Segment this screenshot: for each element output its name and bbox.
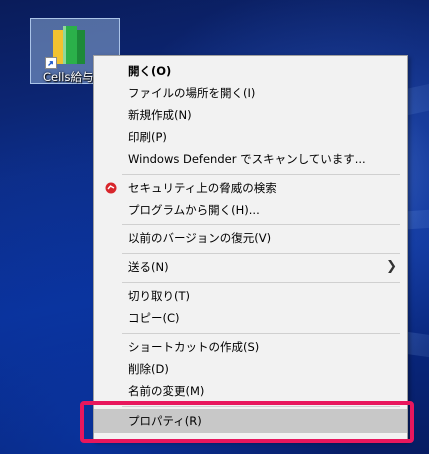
menu-item-copy[interactable]: コピー(C) — [94, 307, 407, 329]
menu-item-label: 新規作成(N) — [128, 108, 192, 122]
menu-item-label: 削除(D) — [128, 362, 169, 376]
menu-item-rename[interactable]: 名前の変更(M) — [94, 380, 407, 402]
menu-item-security-scan[interactable]: セキュリティ上の脅威の検索 — [94, 177, 407, 199]
menu-item-send-to[interactable]: 送る(N) ❯ — [94, 256, 407, 278]
menu-item-open-file-location[interactable]: ファイルの場所を開く(I) — [94, 82, 407, 104]
highlight-annotation-box — [80, 401, 414, 443]
desktop-icon-label: Cells給与 — [43, 70, 94, 84]
menu-item-label: 名前の変更(M) — [128, 384, 205, 398]
menu-item-open-with[interactable]: プログラムから開く(H)... — [94, 199, 407, 221]
chevron-right-icon: ❯ — [386, 259, 397, 274]
context-menu: 開く(O) ファイルの場所を開く(I) 新規作成(N) 印刷(P) Window… — [93, 55, 408, 441]
menu-item-label: 印刷(P) — [128, 130, 167, 144]
menu-item-delete[interactable]: 削除(D) — [94, 358, 407, 380]
menu-item-label: Windows Defender でスキャンしています... — [128, 152, 366, 166]
desktop-background: Cells給与 開く(O) ファイルの場所を開く(I) 新規作成(N) 印刷(P… — [0, 0, 429, 454]
menu-separator — [122, 333, 400, 334]
menu-item-restore-previous-versions[interactable]: 以前のバージョンの復元(V) — [94, 227, 407, 249]
menu-item-label: 送る(N) — [128, 260, 169, 274]
menu-item-label: プログラムから開く(H)... — [128, 203, 260, 217]
menu-separator — [122, 282, 400, 283]
menu-item-label: 開く(O) — [128, 64, 172, 78]
menu-item-windows-defender-scan[interactable]: Windows Defender でスキャンしています... — [94, 148, 407, 170]
menu-item-label: 切り取り(T) — [128, 289, 190, 303]
menu-separator — [122, 174, 400, 175]
shortcut-arrow-icon — [45, 57, 57, 69]
menu-item-label: 以前のバージョンの復元(V) — [128, 231, 272, 245]
menu-item-label: コピー(C) — [128, 311, 180, 325]
menu-item-create-shortcut[interactable]: ショートカットの作成(S) — [94, 336, 407, 358]
menu-item-cut[interactable]: 切り取り(T) — [94, 285, 407, 307]
menu-item-new[interactable]: 新規作成(N) — [94, 104, 407, 126]
menu-separator — [122, 224, 400, 225]
security-scan-icon — [105, 182, 117, 194]
menu-item-label: ショートカットの作成(S) — [128, 340, 260, 354]
menu-item-label: セキュリティ上の脅威の検索 — [128, 181, 277, 195]
menu-separator — [122, 253, 400, 254]
menu-item-label: ファイルの場所を開く(I) — [128, 86, 256, 100]
menu-item-print[interactable]: 印刷(P) — [94, 126, 407, 148]
menu-item-open[interactable]: 開く(O) — [94, 60, 407, 82]
